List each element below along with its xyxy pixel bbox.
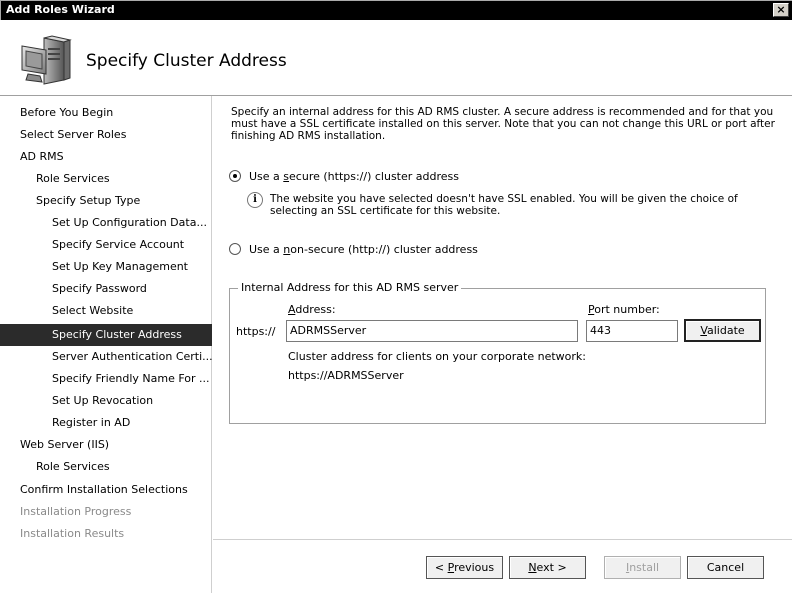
- wizard-footer: < Previous Next > Install Cancel: [213, 539, 792, 593]
- address-label: Address:: [288, 303, 336, 316]
- nav-server-authentication-certificate[interactable]: Server Authentication Certi...: [0, 346, 212, 368]
- wizard-header: Specify Cluster Address: [0, 20, 792, 96]
- nonsecure-radio[interactable]: [229, 243, 241, 255]
- nav-specify-password[interactable]: Specify Password: [0, 278, 212, 300]
- nav-installation-progress: Installation Progress: [20, 505, 132, 518]
- window-title: Add Roles Wizard: [6, 3, 115, 16]
- address-input[interactable]: ADRMSServer: [286, 320, 578, 342]
- install-button: Install: [604, 556, 681, 579]
- nonsecure-label: Use a non-secure (http://) cluster addre…: [249, 242, 478, 256]
- server-computer-icon: [18, 34, 74, 86]
- ssl-info-text: The website you have selected doesn't ha…: [270, 193, 738, 217]
- internal-address-group: Internal Address for this AD RMS server …: [229, 281, 766, 424]
- scheme-label: https://: [236, 325, 276, 338]
- cancel-button[interactable]: Cancel: [687, 556, 764, 579]
- port-input[interactable]: 443: [586, 320, 678, 342]
- nav-web-server-iis[interactable]: Web Server (IIS): [0, 434, 212, 456]
- info-icon: i: [247, 192, 263, 208]
- nav-specify-cluster-address[interactable]: Specify Cluster Address: [0, 324, 212, 346]
- nav-select-website[interactable]: Select Website: [0, 300, 212, 322]
- nav-specify-service-account[interactable]: Specify Service Account: [0, 234, 212, 256]
- nav-role-services[interactable]: Role Services: [0, 168, 212, 190]
- nav-register-in-ad[interactable]: Register in AD: [0, 412, 212, 434]
- title-bar: Add Roles Wizard ×: [0, 0, 792, 20]
- nav-select-server-roles[interactable]: Select Server Roles: [0, 124, 212, 146]
- nav-ad-rms[interactable]: AD RMS: [0, 146, 212, 168]
- wizard-steps-sidebar: Before You Begin Select Server Roles AD …: [0, 96, 212, 593]
- nav-specify-setup-type[interactable]: Specify Setup Type: [0, 190, 212, 212]
- nonsecure-address-option[interactable]: Use a non-secure (http://) cluster addre…: [229, 241, 478, 257]
- validate-button[interactable]: Validate: [684, 319, 761, 342]
- nav-iis-role-services[interactable]: Role Services: [0, 456, 212, 478]
- secure-radio[interactable]: [229, 170, 241, 182]
- nav-specify-friendly-name[interactable]: Specify Friendly Name For ...: [0, 368, 212, 390]
- main-content: Specify an internal address for this AD …: [213, 96, 792, 556]
- secure-address-option[interactable]: Use a secure (https://) cluster address: [229, 168, 459, 184]
- close-button[interactable]: ×: [773, 3, 789, 17]
- nav-before-you-begin[interactable]: Before You Begin: [0, 102, 212, 124]
- group-legend: Internal Address for this AD RMS server: [238, 281, 462, 294]
- cluster-address-caption: Cluster address for clients on your corp…: [288, 350, 586, 363]
- nav-set-up-key-management[interactable]: Set Up Key Management: [0, 256, 212, 278]
- next-button[interactable]: Next >: [509, 556, 586, 579]
- cluster-address-value: https://ADRMSServer: [288, 369, 404, 382]
- port-label: Port number:: [588, 303, 660, 316]
- nav-set-up-revocation[interactable]: Set Up Revocation: [0, 390, 212, 412]
- nav-confirm-installation-selections[interactable]: Confirm Installation Selections: [0, 479, 212, 501]
- footer-divider: [213, 539, 792, 540]
- nav-set-up-configuration-data[interactable]: Set Up Configuration Data...: [0, 212, 212, 234]
- page-title: Specify Cluster Address: [86, 51, 287, 71]
- secure-label: Use a secure (https://) cluster address: [249, 169, 459, 183]
- previous-button[interactable]: < Previous: [426, 556, 503, 579]
- nav-installation-results: Installation Results: [20, 527, 125, 540]
- intro-text: Specify an internal address for this AD …: [231, 106, 775, 142]
